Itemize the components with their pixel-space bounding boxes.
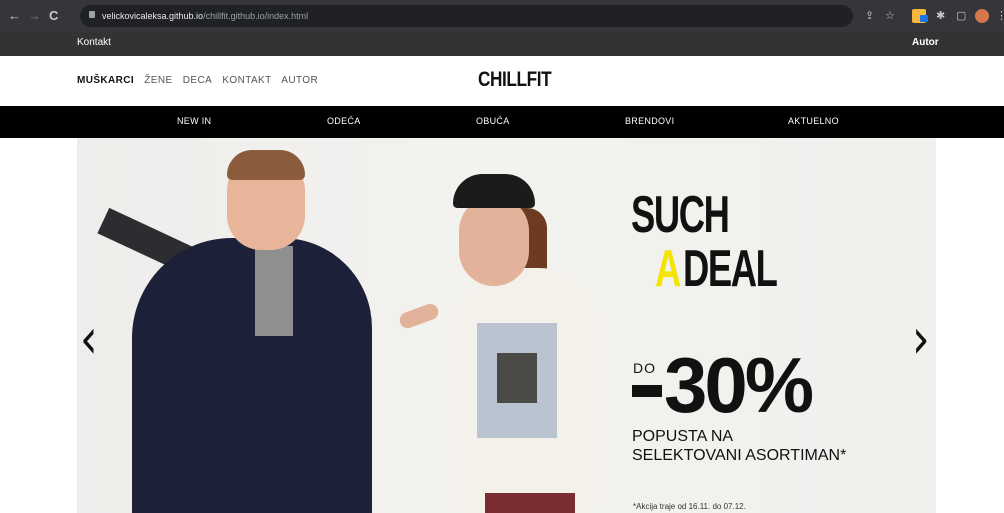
extension-badge-icon — [920, 15, 928, 22]
discount-value: 30% — [664, 341, 814, 429]
contact-link[interactable]: Kontakt — [77, 37, 111, 48]
menu-item-footwear[interactable]: OBUĆA — [476, 116, 510, 126]
site-logo[interactable]: CHILLFIT — [478, 68, 552, 92]
shirt-print-detail — [497, 353, 537, 403]
menu-item-new-in[interactable]: NEW IN — [177, 116, 211, 126]
promo-footnote: *Akcija traje od 16.11. do 07.12. — [633, 502, 746, 511]
profile-avatar[interactable] — [975, 9, 989, 23]
nav-kids[interactable]: DECA — [183, 75, 212, 86]
menu-item-brands[interactable]: BRENDOVI — [625, 116, 674, 126]
nav-men[interactable]: MUŠKARCI — [77, 75, 134, 86]
share-icon[interactable]: ⇪ — [865, 8, 874, 24]
headline-deal: DEAL — [683, 240, 778, 298]
sidebar-icon[interactable]: ▢ — [956, 8, 966, 24]
hero-carousel: SUCH A DEAL DO 30% POPUSTA NA SELEKTOVAN… — [77, 138, 936, 513]
skirt-image — [485, 493, 575, 513]
back-icon[interactable]: ← — [8, 8, 21, 24]
model-woman-head — [459, 196, 529, 286]
nav-author[interactable]: AUTOR — [281, 75, 318, 86]
model-woman-hand — [397, 301, 441, 331]
site-header: MUŠKARCI ŽENE DECA KONTAKT AUTOR CHILLFI… — [0, 56, 1004, 106]
headline-such: SUCH — [631, 186, 730, 244]
nav-women[interactable]: ŽENE — [144, 75, 172, 86]
model-man-image — [132, 238, 372, 513]
discount-subtitle: POPUSTA NA SELEKTOVANI ASORTIMAN* — [632, 428, 847, 464]
carousel-prev-arrow-icon[interactable]: ‹ — [80, 312, 98, 368]
author-link[interactable]: Autor — [912, 37, 939, 48]
carousel-next-arrow-icon[interactable]: › — [912, 312, 930, 368]
category-nav: MUŠKARCI ŽENE DECA KONTAKT AUTOR — [77, 75, 325, 86]
puzzle-icon[interactable]: ✱ — [936, 8, 945, 24]
discount-minus-sign — [632, 385, 662, 397]
top-utility-bar: Kontakt Autor — [0, 32, 1004, 56]
cap-image — [453, 174, 535, 208]
forward-icon[interactable]: → — [28, 8, 41, 24]
reload-icon[interactable]: C — [49, 8, 58, 24]
discount-do-label: DO — [633, 360, 656, 376]
headline-a: A — [655, 240, 682, 298]
scarf-image — [255, 246, 293, 336]
main-menu: NEW IN ODEĆA OBUĆA BRENDOVI AKTUELNO — [0, 106, 1004, 138]
bookmark-star-icon[interactable]: ☆ — [885, 8, 895, 24]
menu-icon[interactable]: ⋮ — [996, 8, 1004, 24]
nav-contact[interactable]: KONTAKT — [222, 75, 271, 86]
menu-item-clothing[interactable]: ODEĆA — [327, 116, 361, 126]
address-bar[interactable]: velickovicaleksa.github.io/chillfit.gith… — [80, 5, 895, 27]
url-text: velickovicaleksa.github.io/chillfit.gith… — [102, 11, 309, 21]
menu-item-current[interactable]: AKTUELNO — [788, 116, 839, 126]
model-man-hair — [227, 150, 305, 180]
lock-icon — [89, 11, 95, 18]
browser-toolbar: ← → C velickovicaleksa.github.io/chillfi… — [0, 0, 1004, 32]
